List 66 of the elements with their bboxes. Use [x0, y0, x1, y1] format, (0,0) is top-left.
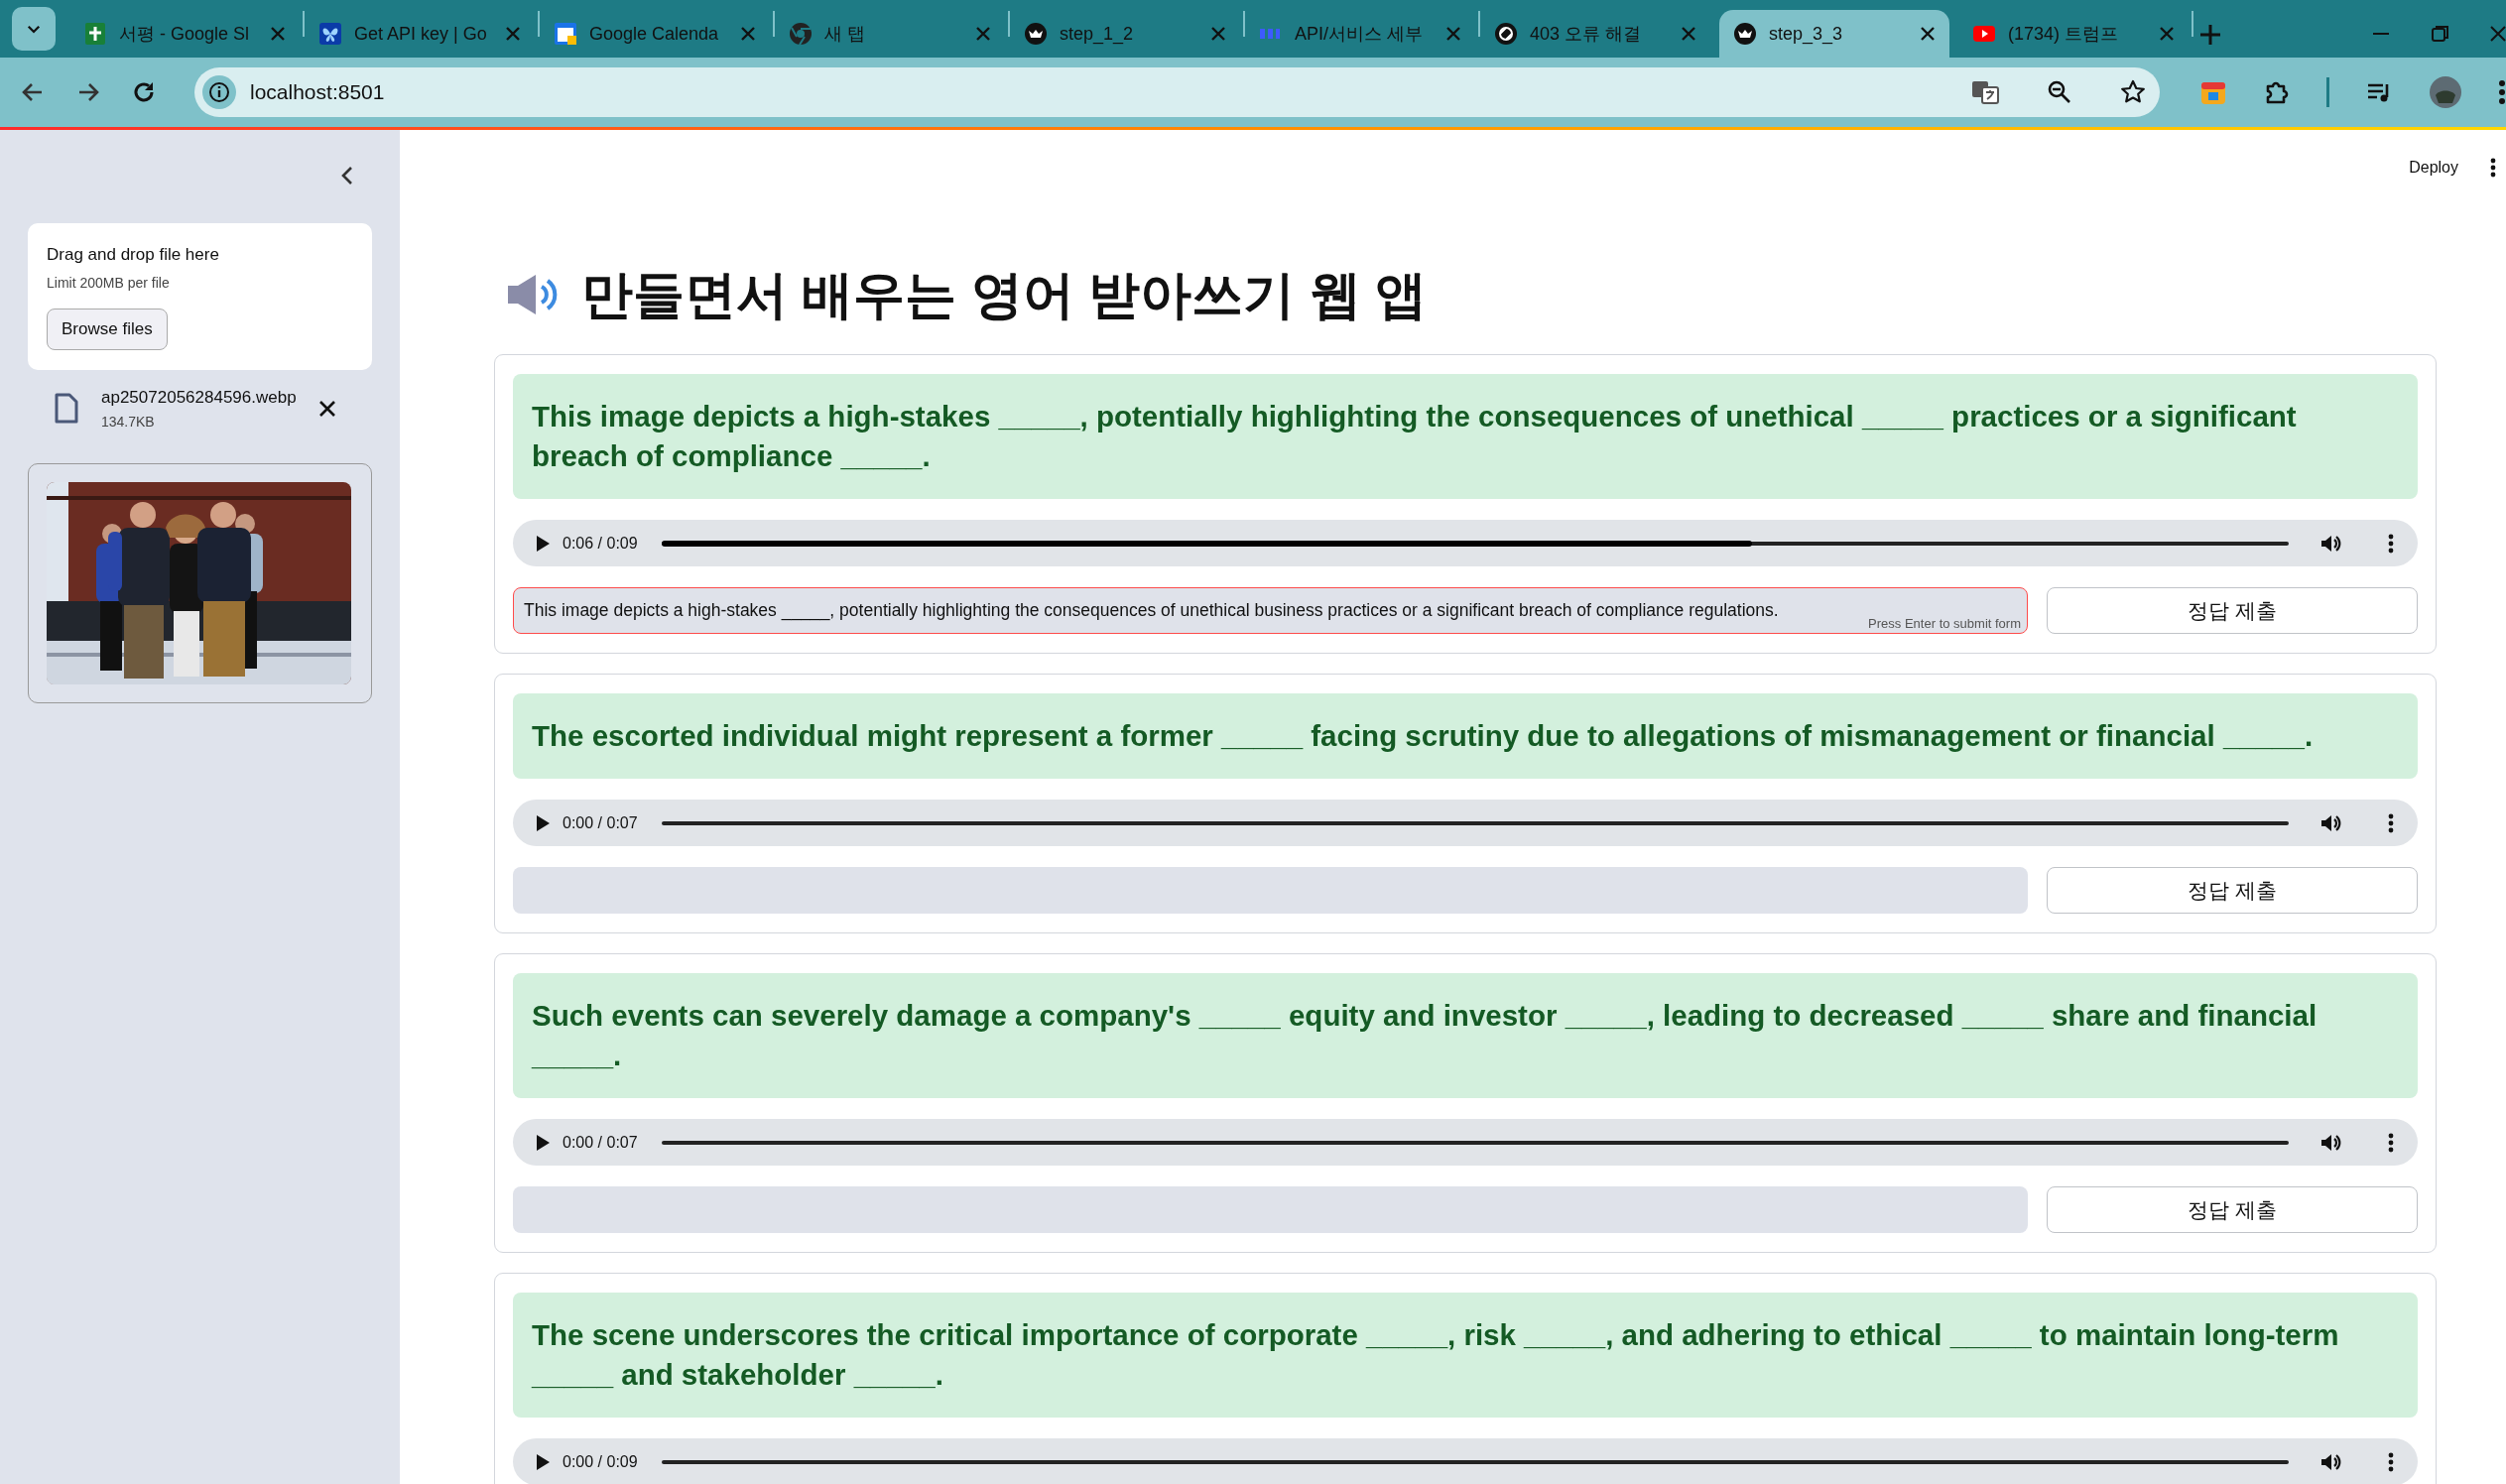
submit-hint: Press Enter to submit form	[1868, 616, 2021, 633]
browser-tab[interactable]: 새 탭	[775, 10, 1005, 58]
translate-icon[interactable]	[1971, 78, 1999, 106]
deploy-link[interactable]: Deploy	[2409, 159, 2458, 177]
audio-time: 0:00 / 0:09	[563, 1452, 638, 1471]
browser-tab[interactable]: API/서비스 세부	[1245, 10, 1475, 58]
crown-icon	[1733, 22, 1757, 46]
submit-answer-button[interactable]: 정답 제출	[2047, 867, 2418, 914]
file-icon	[54, 393, 79, 425]
browser-tab[interactable]: 서평 - Google Sl	[69, 10, 300, 58]
browser-tab[interactable]: step_1_2	[1010, 10, 1240, 58]
close-icon[interactable]	[1920, 26, 1936, 42]
close-icon[interactable]	[317, 400, 336, 418]
size-limit-text: Limit 200MB per file	[47, 275, 170, 291]
zoom-out-icon[interactable]	[2047, 79, 2072, 105]
address-bar[interactable]: localhost:8501	[194, 67, 2160, 117]
browser-tab[interactable]: 403 오류 해결	[1480, 10, 1710, 58]
more-options-icon[interactable]	[2388, 1132, 2394, 1153]
menu-icon[interactable]	[2498, 78, 2506, 106]
more-options-icon[interactable]	[2388, 1451, 2394, 1472]
browse-files-button[interactable]: Browse files	[47, 309, 168, 350]
audio-progress-track[interactable]	[661, 1459, 2289, 1464]
globe-icon	[789, 22, 813, 46]
dropzone-title: Drag and drop file here	[47, 245, 219, 265]
sentence-prompt: This image depicts a high-stakes _____, potentially highlighting the consequences of unethical _____ practices or a significant breach of compliance _____.	[513, 374, 2418, 499]
audio-progress-track[interactable]	[661, 820, 2289, 825]
more-options-icon[interactable]	[2388, 812, 2394, 833]
knot-icon	[1494, 22, 1518, 46]
browser-tab[interactable]: step_3_3	[1719, 10, 1949, 58]
audio-progress-track[interactable]	[661, 541, 2289, 546]
sentence-prompt: The scene underscores the critical importance of corporate _____, risk _____, and adhering to ethical _____ to maintain long-term _____ and stakeholder _____.	[513, 1293, 2418, 1418]
browser-tab[interactable]: Get API key | Go	[305, 10, 535, 58]
browser-tab[interactable]: Google Calenda	[540, 10, 770, 58]
calendar-icon	[554, 22, 577, 46]
audio-time: 0:06 / 0:09	[563, 534, 638, 553]
play-icon[interactable]	[535, 534, 551, 553]
answer-field[interactable]: This image depicts a high-stakes _____, potentially highlighting the consequences of unethical business practices or a significant breach of compliance regulations. Press Enter to submit form	[513, 587, 2028, 634]
page-title: 만들면서 배우는 영어 받아쓰기 웹 앱	[581, 265, 1428, 325]
file-name: ap25072056284596.webp	[101, 388, 297, 408]
file-size: 134.7KB	[101, 414, 156, 430]
submit-answer-button[interactable]: 정답 제출	[2047, 1186, 2418, 1233]
file-upload-dropzone[interactable]: Drag and drop file here Limit 200MB per file Browse files	[28, 223, 372, 370]
restore-icon[interactable]	[2431, 24, 2450, 44]
site-info-button[interactable]	[202, 75, 236, 109]
bookmark-star-icon[interactable]	[2120, 79, 2146, 105]
play-icon[interactable]	[535, 1452, 551, 1471]
butterfly-icon	[318, 22, 342, 46]
audio-progress-track[interactable]	[661, 1140, 2289, 1145]
profile-avatar-icon[interactable]	[2429, 75, 2462, 109]
audio-time: 0:00 / 0:07	[563, 813, 638, 832]
audio-time: 0:00 / 0:07	[563, 1133, 638, 1152]
more-options-icon[interactable]	[2388, 533, 2394, 554]
info-icon	[208, 81, 230, 103]
more-options-icon[interactable]	[2490, 158, 2496, 178]
sentence-prompt: The escorted individual might represent a former _____ facing scrutiny due to allegations of mismanagement or financial _____.	[513, 693, 2418, 779]
spreadsheet-icon	[83, 22, 107, 46]
collapse-chevron-icon[interactable]	[340, 166, 354, 186]
play-icon[interactable]	[535, 1133, 551, 1152]
browser-tab[interactable]: (1734) 트럼프	[1958, 10, 2189, 58]
new-tab-icon[interactable]	[2199, 24, 2221, 46]
sentence-prompt: Such events can severely damage a company's _____ equity and investor _____, leading to decreased _____ share and financial _____.	[513, 973, 2418, 1098]
answer-field[interactable]	[513, 1186, 2028, 1233]
crown-icon	[1024, 22, 1048, 46]
submit-answer-button[interactable]: 정답 제출	[2047, 587, 2418, 634]
play-icon[interactable]	[535, 813, 551, 832]
answer-field[interactable]	[513, 867, 2028, 914]
